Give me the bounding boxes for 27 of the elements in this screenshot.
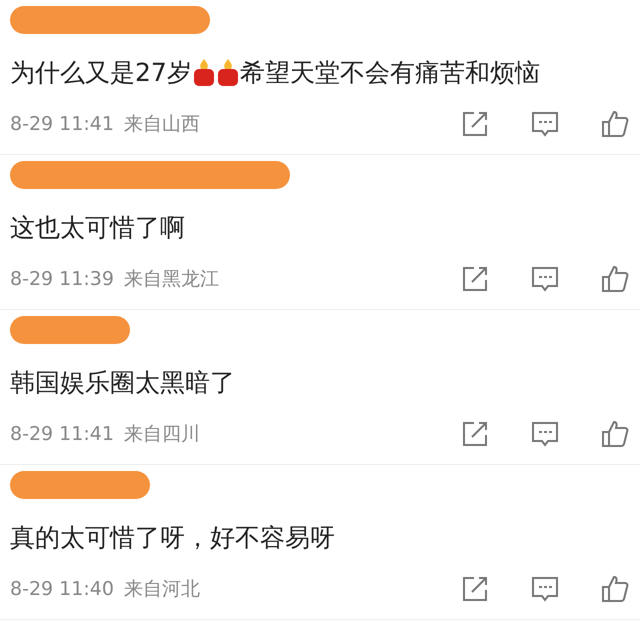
like-button[interactable] bbox=[600, 574, 630, 604]
comment-button[interactable] bbox=[530, 264, 560, 294]
share-button[interactable] bbox=[460, 264, 490, 294]
comment-location: 来自黑龙江 bbox=[124, 267, 219, 292]
comment-text: 这也太可惜了啊 bbox=[10, 212, 185, 244]
like-button[interactable] bbox=[600, 419, 630, 449]
comment-location: 来自河北 bbox=[124, 577, 200, 602]
comment-text: 真的太可惜了呀，好不容易呀 bbox=[10, 522, 335, 554]
comment-button[interactable] bbox=[530, 419, 560, 449]
comment-button[interactable] bbox=[530, 574, 560, 604]
comment-time: 8-29 11:40 bbox=[10, 578, 114, 600]
comment-text: 希望天堂不会有痛苦和烦恼 bbox=[240, 56, 540, 88]
share-button[interactable] bbox=[460, 574, 490, 604]
comment-time: 8-29 11:39 bbox=[10, 268, 114, 290]
comment-location: 来自山西 bbox=[124, 112, 200, 137]
share-button[interactable] bbox=[460, 419, 490, 449]
candle-icon bbox=[192, 57, 216, 87]
like-button[interactable] bbox=[600, 264, 630, 294]
share-button[interactable] bbox=[460, 109, 490, 139]
comment-text: 韩国娱乐圈太黑暗了 bbox=[10, 366, 235, 398]
like-button[interactable] bbox=[600, 109, 630, 139]
comment-location: 来自四川 bbox=[124, 422, 200, 447]
comment-time: 8-29 11:41 bbox=[10, 113, 114, 135]
comment-button[interactable] bbox=[530, 109, 560, 139]
comment-time: 8-29 11:41 bbox=[10, 423, 114, 445]
comment-text: 为什么又是27岁 bbox=[10, 56, 192, 88]
candle-icon bbox=[216, 57, 240, 87]
